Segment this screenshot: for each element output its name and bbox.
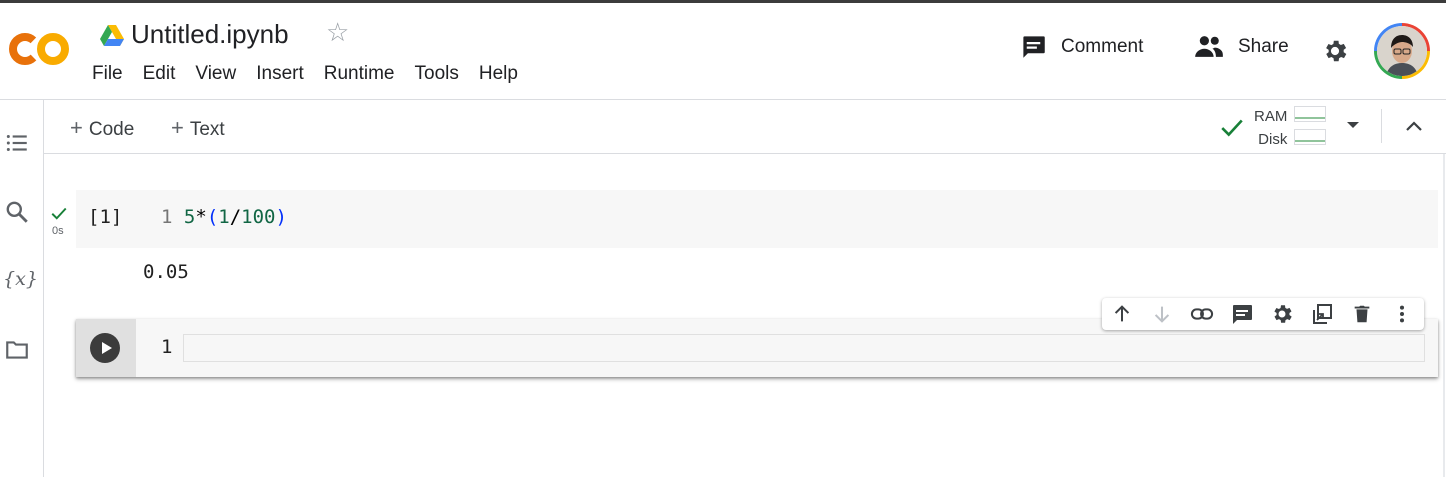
code-editor[interactable]: 1 5*(1/100) xyxy=(161,206,287,228)
gear-icon[interactable] xyxy=(1321,37,1349,65)
toolbar-divider xyxy=(1381,109,1382,143)
move-up-button[interactable] xyxy=(1102,298,1142,330)
notebook-toolbar: + Code + Text RAM Disk xyxy=(44,100,1446,154)
move-down-button[interactable] xyxy=(1142,298,1182,330)
gear-icon xyxy=(1274,305,1292,323)
link-icon xyxy=(1190,308,1214,320)
ram-label: RAM xyxy=(1254,108,1288,125)
menu-file[interactable]: File xyxy=(92,63,123,85)
toc-icon[interactable] xyxy=(4,130,30,156)
scrollbar-track[interactable] xyxy=(1443,154,1445,477)
avatar[interactable] xyxy=(1374,23,1430,79)
menu-bar: File Edit View Insert Runtime Tools Help xyxy=(92,63,538,85)
menu-view[interactable]: View xyxy=(195,63,236,85)
arrow-down-icon xyxy=(1154,306,1170,323)
disk-meter[interactable] xyxy=(1294,129,1326,145)
comment-icon xyxy=(1023,36,1045,58)
execution-time: 0s xyxy=(52,225,64,237)
resource-labels[interactable]: RAM Disk xyxy=(1254,105,1287,151)
connected-check-icon xyxy=(1221,119,1243,137)
header: Untitled.ipynb ☆ File Edit View Insert R… xyxy=(0,3,1446,100)
cell-output: 0.05 xyxy=(143,261,189,283)
comment-label: Comment xyxy=(1061,35,1144,57)
search-icon[interactable] xyxy=(4,199,30,225)
people-icon xyxy=(1195,36,1223,57)
menu-tools[interactable]: Tools xyxy=(415,63,459,85)
folder-icon[interactable] xyxy=(4,337,30,363)
trash-icon xyxy=(1354,305,1370,323)
add-code-label: Code xyxy=(88,119,135,140)
disk-label: Disk xyxy=(1258,131,1288,148)
comment-button[interactable]: Comment xyxy=(1020,33,1143,60)
star-icon[interactable]: ☆ xyxy=(326,17,349,48)
executed-check-icon xyxy=(51,207,67,220)
left-sidebar: {x} xyxy=(0,100,44,477)
cell-toolbar xyxy=(1102,298,1424,330)
arrow-up-icon xyxy=(1114,305,1130,322)
colab-logo[interactable] xyxy=(8,29,70,69)
menu-insert[interactable]: Insert xyxy=(256,63,304,85)
ram-meter[interactable] xyxy=(1294,106,1326,122)
plus-icon: + xyxy=(171,115,184,140)
run-gutter xyxy=(76,319,136,377)
comment-icon xyxy=(1233,305,1252,324)
menu-runtime[interactable]: Runtime xyxy=(324,63,395,85)
add-text-label: Text xyxy=(189,119,225,140)
menu-help[interactable]: Help xyxy=(479,63,518,85)
line-number: 1 xyxy=(161,336,173,358)
variables-icon[interactable]: {x} xyxy=(3,268,38,290)
copy-link-button[interactable] xyxy=(1182,298,1222,330)
notebook-title[interactable]: Untitled.ipynb xyxy=(131,19,289,50)
share-label: Share xyxy=(1238,35,1289,57)
run-cell-button[interactable] xyxy=(90,333,120,363)
add-comment-button[interactable] xyxy=(1222,298,1262,330)
mirror-cell-icon xyxy=(1313,304,1332,324)
cell-settings-button[interactable] xyxy=(1262,298,1302,330)
delete-cell-button[interactable] xyxy=(1342,298,1382,330)
line-number: 1 xyxy=(161,206,173,228)
code-editor[interactable] xyxy=(183,334,1425,362)
add-text-button[interactable]: + Text xyxy=(171,115,225,141)
chevron-down-icon[interactable] xyxy=(1346,120,1360,130)
share-button[interactable]: Share xyxy=(1194,33,1289,60)
execution-count[interactable]: [1] xyxy=(88,206,122,228)
more-vert-icon xyxy=(1399,305,1405,323)
more-options-button[interactable] xyxy=(1382,298,1422,330)
drive-icon xyxy=(100,25,124,46)
add-code-button[interactable]: + Code xyxy=(70,115,134,141)
chevron-up-icon[interactable] xyxy=(1404,116,1424,136)
menu-edit[interactable]: Edit xyxy=(143,63,176,85)
avatar-photo xyxy=(1377,26,1427,76)
plus-icon: + xyxy=(70,115,83,140)
mirror-cell-button[interactable] xyxy=(1302,298,1342,330)
